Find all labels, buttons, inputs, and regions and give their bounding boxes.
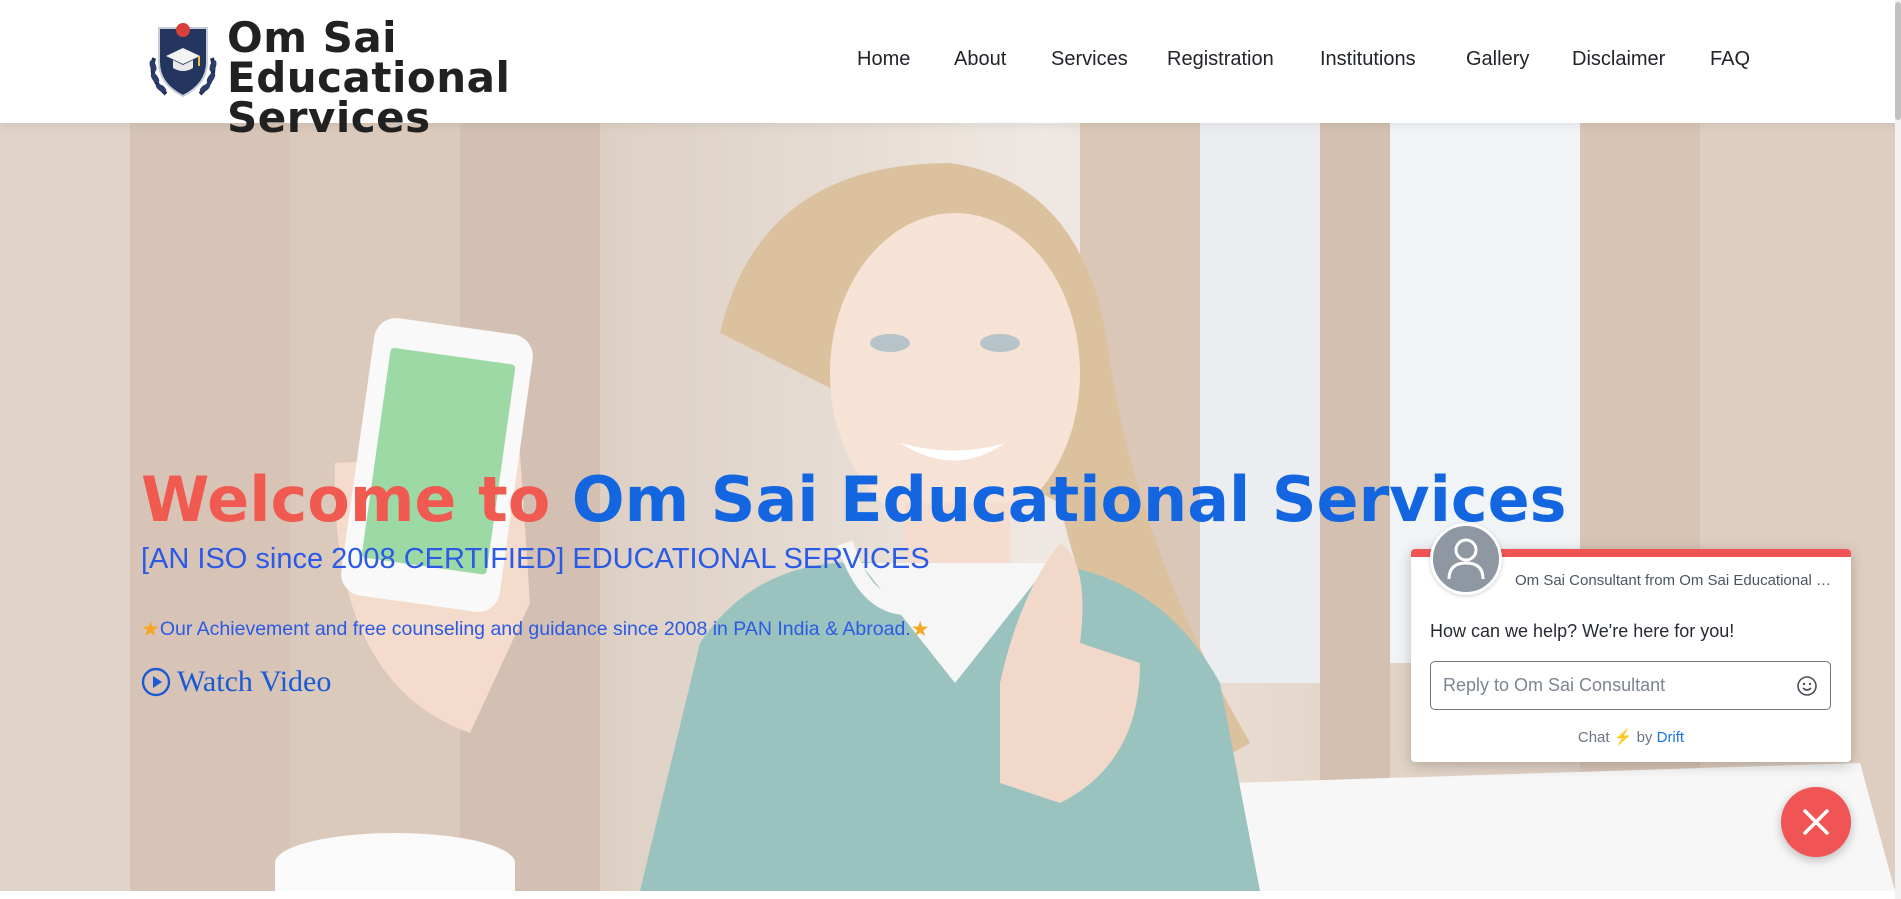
chat-greeting: How can we help? We're here for you! xyxy=(1430,621,1735,641)
hero-section: Welcome to Om Sai Educational Services [… xyxy=(0,123,1895,891)
scrollbar-thumb[interactable] xyxy=(1895,2,1901,120)
close-icon xyxy=(1803,809,1829,835)
hero-achievement-text: Our Achievement and free counseling and … xyxy=(159,618,911,640)
brand-line-2: Services xyxy=(227,93,431,142)
play-circle-icon xyxy=(141,667,171,697)
watch-video-label: Watch Video xyxy=(177,665,332,698)
chat-footer: Chat ⚡ by Drift xyxy=(1411,728,1851,746)
watch-video-link[interactable]: Watch Video xyxy=(141,665,331,699)
user-icon xyxy=(1447,538,1485,580)
site-header: Om Sai Educational Services Home About S… xyxy=(0,0,1901,139)
hero-subtitle: [AN ISO since 2008 CERTIFIED] EDUCATIONA… xyxy=(141,543,930,575)
star-icon: ★ xyxy=(910,618,930,641)
chat-reply-input[interactable] xyxy=(1443,662,1783,709)
nav-faq[interactable]: FAQ xyxy=(1710,48,1750,71)
agent-avatar xyxy=(1430,523,1502,595)
chat-footer-by: by xyxy=(1636,729,1653,746)
chat-close-button[interactable] xyxy=(1781,787,1851,857)
nav-institutions[interactable]: Institutions xyxy=(1320,48,1416,71)
hero-title: Welcome to Om Sai Educational Services xyxy=(141,463,1567,537)
chat-input-box xyxy=(1430,661,1831,710)
chat-agent-name: Om Sai Consultant from Om Sai Educationa… xyxy=(1515,572,1835,589)
chat-footer-prefix: Chat xyxy=(1577,729,1610,746)
emoji-icon[interactable] xyxy=(1796,675,1818,697)
star-icon: ★ xyxy=(141,618,160,641)
drift-link[interactable]: Drift xyxy=(1657,729,1685,746)
nav-gallery[interactable]: Gallery xyxy=(1466,48,1529,71)
main-nav: Home About Services Registration Institu… xyxy=(0,48,1901,78)
lightning-icon: ⚡ xyxy=(1613,729,1633,746)
nav-services[interactable]: Services xyxy=(1051,48,1128,71)
nav-registration[interactable]: Registration xyxy=(1167,48,1274,71)
nav-disclaimer[interactable]: Disclaimer xyxy=(1572,48,1665,71)
nav-about[interactable]: About xyxy=(954,48,1006,71)
nav-home[interactable]: Home xyxy=(857,48,910,71)
page-scrollbar[interactable] xyxy=(1895,0,1901,899)
hero-title-welcome: Welcome to xyxy=(141,463,572,536)
chat-widget: Om Sai Consultant from Om Sai Educationa… xyxy=(1411,523,1851,762)
hero-achievement: ★ Our Achievement and free counseling an… xyxy=(141,617,930,642)
brand-name[interactable]: Om Sai Educational Services xyxy=(227,17,667,142)
hero-title-brand: Om Sai Educational Services xyxy=(571,463,1567,536)
